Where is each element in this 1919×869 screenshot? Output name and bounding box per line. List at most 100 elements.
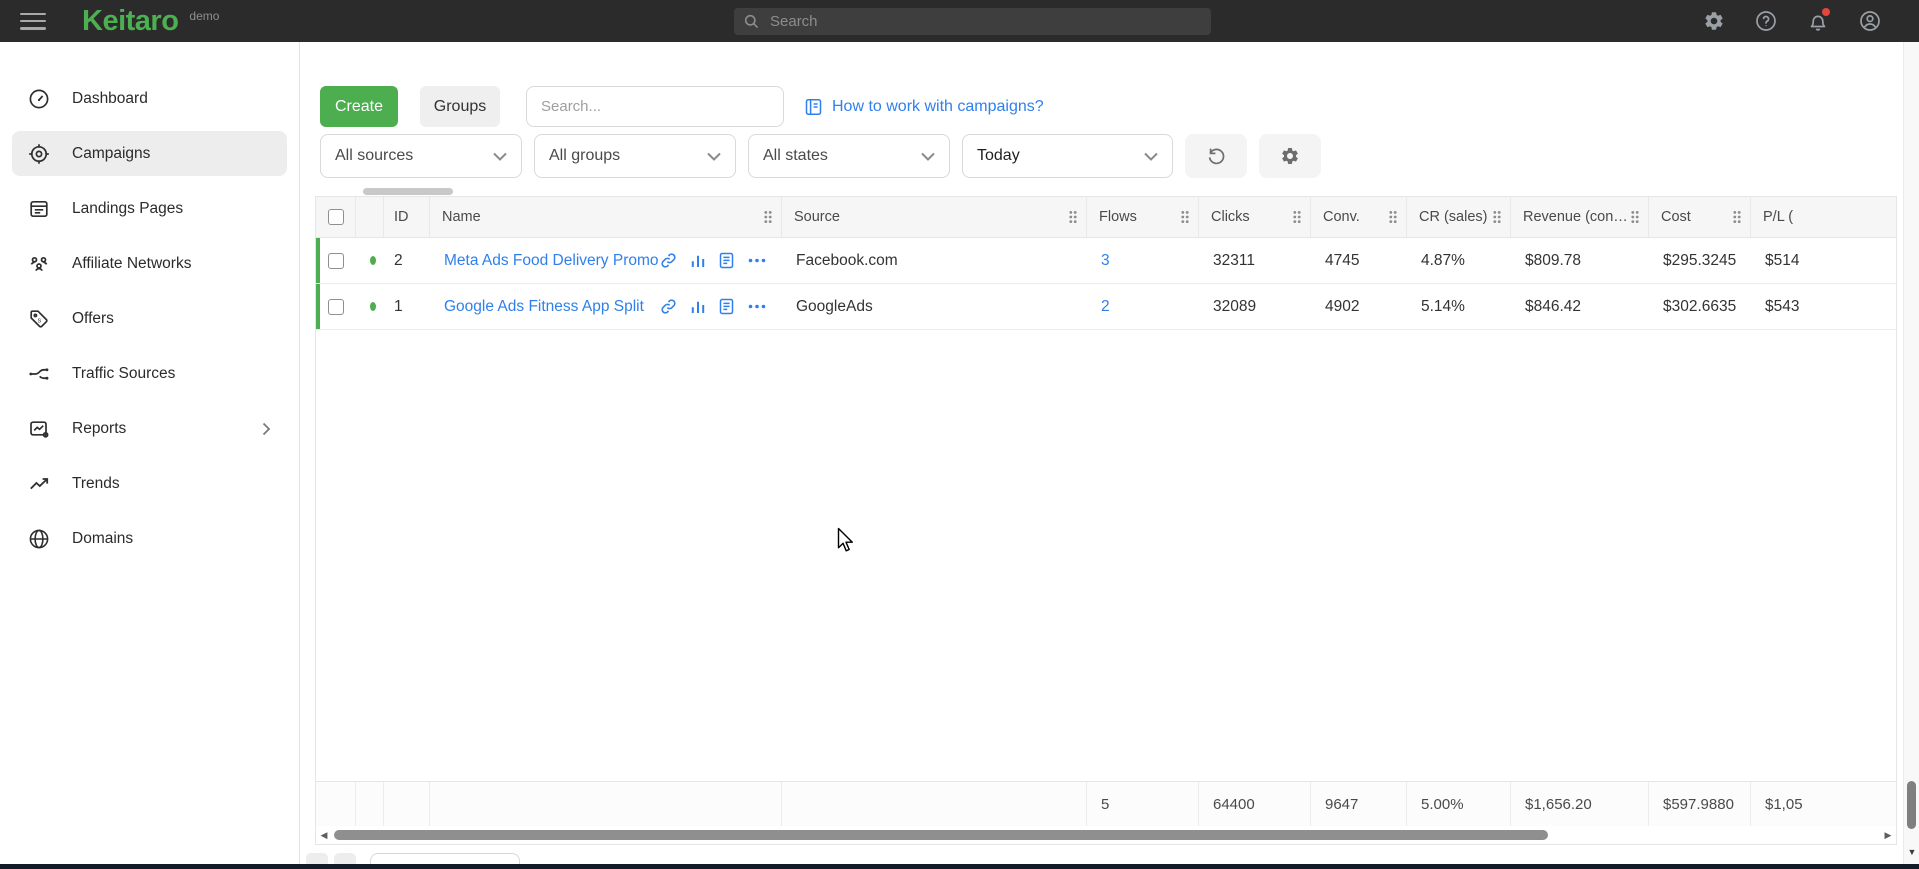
cr-value: 4.87%	[1421, 252, 1465, 270]
drag-handle-icon[interactable]	[1180, 210, 1190, 224]
pl-value: $543	[1765, 298, 1799, 316]
drag-handle-icon[interactable]	[763, 210, 773, 224]
flows-link[interactable]: 2	[1101, 298, 1110, 316]
select-all-checkbox[interactable]	[328, 209, 344, 225]
notification-badge	[1822, 8, 1830, 16]
campaign-stats-icon[interactable]	[690, 253, 706, 269]
column-id[interactable]: ID	[384, 197, 430, 237]
svg-text:s: s	[38, 317, 42, 324]
flows-link[interactable]: 3	[1101, 252, 1110, 270]
column-source[interactable]: Source	[782, 197, 1087, 237]
sidebar-item-dashboard[interactable]: Dashboard	[12, 76, 287, 121]
date-range-dropdown[interactable]: Today	[962, 134, 1173, 178]
column-clicks[interactable]: Clicks	[1199, 197, 1311, 237]
column-flows[interactable]: Flows	[1087, 197, 1199, 237]
gear-icon	[1280, 146, 1300, 166]
drag-handle-icon[interactable]	[1732, 210, 1742, 224]
campaign-source: Facebook.com	[796, 252, 898, 270]
horizontal-scroll-thumb[interactable]	[334, 830, 1548, 840]
drag-handle-icon[interactable]	[1388, 210, 1398, 224]
campaign-name-link[interactable]: Google Ads Fitness App Split	[444, 298, 644, 316]
campaign-name-link[interactable]: Meta Ads Food Delivery Promo	[444, 252, 659, 270]
column-cost[interactable]: Cost	[1649, 197, 1751, 237]
column-conversions[interactable]: Conv.	[1311, 197, 1407, 237]
refresh-button[interactable]	[1185, 134, 1247, 178]
row-checkbox[interactable]	[328, 299, 344, 315]
table-settings-button[interactable]	[1259, 134, 1321, 178]
states-filter-dropdown[interactable]: All states	[748, 134, 950, 178]
help-icon[interactable]	[1755, 10, 1777, 32]
sidebar-item-label: Landings Pages	[72, 200, 183, 218]
row-active-stripe	[316, 284, 320, 329]
sidebar-item-traffic-sources[interactable]: Traffic Sources	[12, 351, 287, 396]
hamburger-menu-icon[interactable]	[20, 13, 46, 30]
sidebar-item-affiliate-networks[interactable]: Affiliate Networks	[12, 241, 287, 286]
notifications-icon[interactable]	[1807, 10, 1829, 32]
campaign-link-icon[interactable]	[660, 298, 677, 315]
totals-revenue: $1,656.20	[1511, 782, 1649, 826]
row-checkbox[interactable]	[328, 253, 344, 269]
row-actions	[660, 252, 734, 269]
drag-handle-icon[interactable]	[1492, 210, 1502, 224]
horizontal-scrollbar[interactable]: ◀ ▶	[316, 826, 1896, 844]
drag-handle-icon[interactable]	[1068, 210, 1078, 224]
sidebar-item-landings-pages[interactable]: Landings Pages	[12, 186, 287, 231]
clicks-value: 32089	[1213, 298, 1256, 316]
sidebar-item-offers[interactable]: s Offers	[12, 296, 287, 341]
column-revenue[interactable]: Revenue (con…	[1511, 197, 1649, 237]
campaign-id: 2	[394, 252, 403, 270]
drag-handle-icon[interactable]	[1292, 210, 1302, 224]
app-window: Keitaro demo	[0, 0, 1919, 869]
sources-filter-dropdown[interactable]: All sources	[320, 134, 522, 178]
landings-pages-icon	[28, 198, 50, 220]
refresh-icon	[1206, 146, 1227, 167]
help-link[interactable]: How to work with campaigns?	[805, 86, 1044, 127]
table-top-scroll-indicator[interactable]	[363, 188, 453, 195]
column-name[interactable]: Name	[430, 197, 782, 237]
sidebar-item-label: Offers	[72, 310, 114, 328]
table-row[interactable]: 2 Meta Ads Food Delivery Promo Fac	[316, 238, 1896, 284]
campaign-log-icon[interactable]	[719, 252, 734, 269]
revenue-value: $809.78	[1525, 252, 1581, 270]
sidebar-item-reports[interactable]: Reports	[12, 406, 287, 451]
sidebar-item-label: Campaigns	[72, 145, 150, 163]
vertical-scrollbar[interactable]: ▼	[1903, 42, 1919, 864]
traffic-sources-icon	[28, 363, 50, 385]
column-status	[356, 197, 384, 237]
keitaro-logo: Keitaro	[82, 7, 178, 36]
column-pl[interactable]: P/L (	[1751, 197, 1896, 237]
groups-button[interactable]: Groups	[420, 86, 500, 127]
global-search[interactable]	[734, 8, 1211, 35]
sidebar-item-domains[interactable]: Domains	[12, 516, 287, 561]
status-dot	[370, 256, 376, 265]
row-more-icon[interactable]	[748, 258, 766, 263]
campaign-stats-icon[interactable]	[690, 299, 706, 315]
table-row[interactable]: 1 Google Ads Fitness App Split Goo	[316, 284, 1896, 330]
account-icon[interactable]	[1859, 10, 1881, 32]
sidebar-item-campaigns[interactable]: Campaigns	[12, 131, 287, 176]
drag-handle-icon[interactable]	[1630, 210, 1640, 224]
sidebar-item-trends[interactable]: Trends	[12, 461, 287, 506]
sidebar: Dashboard Campaigns Landings Pages	[0, 42, 300, 869]
scroll-left-icon[interactable]: ◀	[316, 826, 332, 844]
totals-conversions: 9647	[1311, 782, 1407, 826]
chevron-down-icon	[921, 152, 935, 161]
scroll-down-icon[interactable]: ▼	[1904, 847, 1919, 857]
campaign-link-icon[interactable]	[660, 252, 677, 269]
scroll-right-icon[interactable]: ▶	[1880, 826, 1896, 844]
settings-icon[interactable]	[1703, 10, 1725, 32]
vertical-scroll-thumb[interactable]	[1907, 781, 1916, 829]
chevron-down-icon	[1144, 152, 1158, 161]
topbar-actions	[1703, 0, 1881, 42]
create-button[interactable]: Create	[320, 86, 398, 127]
campaigns-table: ID Name Source Flows Clicks	[315, 196, 1897, 845]
global-search-input[interactable]	[768, 12, 1201, 31]
campaign-search-input[interactable]	[526, 86, 784, 127]
totals-flows: 5	[1087, 782, 1199, 826]
campaign-log-icon[interactable]	[719, 298, 734, 315]
status-dot	[370, 302, 376, 311]
groups-filter-dropdown[interactable]: All groups	[534, 134, 736, 178]
row-more-icon[interactable]	[748, 304, 766, 309]
book-icon	[805, 98, 822, 116]
column-cr-sales[interactable]: CR (sales)	[1407, 197, 1511, 237]
